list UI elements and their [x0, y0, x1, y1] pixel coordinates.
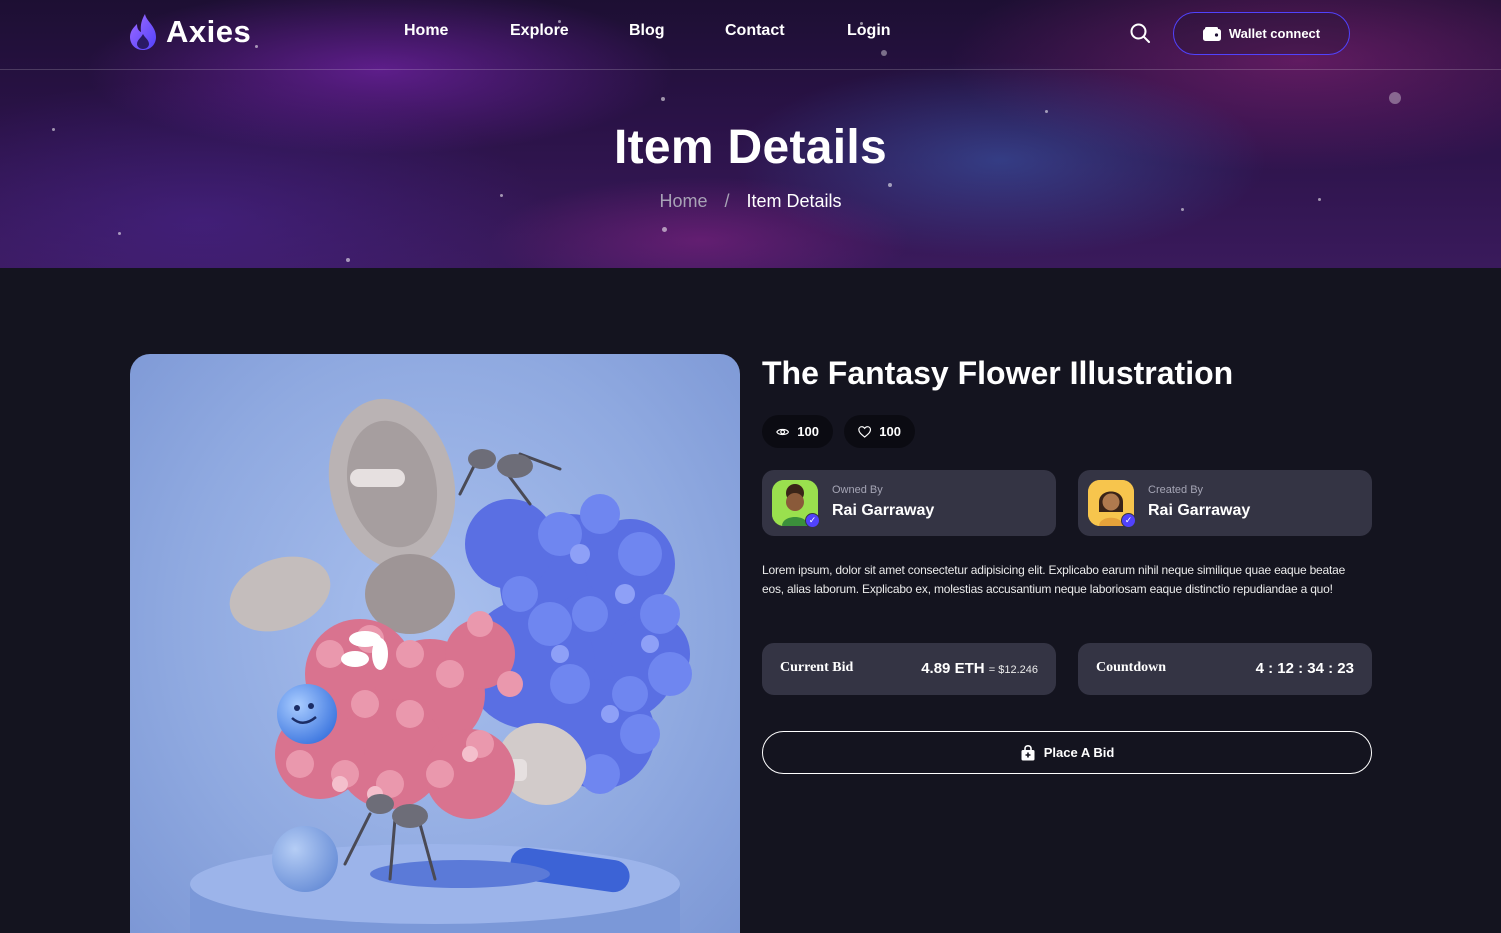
shopping-bag-icon: [1021, 744, 1035, 760]
nav-login[interactable]: Login: [847, 22, 891, 40]
countdown-label: Countdown: [1096, 660, 1167, 675]
breadcrumb-current: Item Details: [746, 191, 842, 211]
wallet-connect-button[interactable]: Wallet connect: [1173, 12, 1350, 55]
breadcrumb: Home / Item Details: [0, 191, 1501, 212]
current-bid-usd: = $12.246: [988, 664, 1038, 676]
heart-icon: [858, 425, 872, 438]
countdown-box: Countdown 4 : 12 : 34 : 23: [1078, 643, 1372, 695]
brand-logo[interactable]: Axies: [128, 12, 251, 52]
place-bid-label: Place A Bid: [1043, 745, 1115, 760]
wallet-icon: [1202, 26, 1221, 41]
page-title: Item Details: [613, 121, 888, 174]
eye-icon: [776, 428, 790, 435]
owner-card[interactable]: ✓ Owned By Rai Garraway: [762, 470, 1056, 536]
item-description: Lorem ipsum, dolor sit amet consectetur …: [762, 563, 1346, 596]
brand-name: Axies: [166, 14, 252, 49]
breadcrumb-home[interactable]: Home: [659, 191, 707, 211]
search-icon[interactable]: [1128, 21, 1152, 45]
owner-role-label: Owned By: [832, 484, 883, 496]
creator-card[interactable]: ✓ Created By Rai Garraway: [1078, 470, 1372, 536]
current-bid-value: 4.89 ETH = $12.246: [921, 660, 1038, 677]
views-badge: 100: [762, 415, 833, 448]
item-artwork-image: [130, 354, 740, 933]
breadcrumb-separator: /: [724, 191, 730, 211]
verified-check-icon: ✓: [1121, 513, 1136, 528]
flame-logo-icon: [130, 14, 156, 50]
nav-contact[interactable]: Contact: [725, 22, 785, 40]
item-title: The Fantasy Flower Illustration: [762, 355, 1234, 391]
current-bid-box: Current Bid 4.89 ETH = $12.246: [762, 643, 1056, 695]
likes-count: 100: [879, 424, 901, 439]
nav-home[interactable]: Home: [404, 22, 448, 40]
owner-name[interactable]: Rai Garraway: [832, 502, 934, 520]
nav-blog[interactable]: Blog: [629, 22, 665, 40]
hero-banner: Axies Home Explore Blog Contact Login Wa…: [0, 0, 1501, 268]
views-count: 100: [797, 424, 819, 439]
current-bid-eth: 4.89 ETH: [921, 660, 985, 677]
nav-explore[interactable]: Explore: [510, 22, 569, 40]
likes-badge[interactable]: 100: [844, 415, 915, 448]
site-header: Axies Home Explore Blog Contact Login Wa…: [0, 0, 1501, 70]
current-bid-label: Current Bid: [780, 660, 854, 675]
creator-role-label: Created By: [1148, 484, 1204, 496]
countdown-value: 4 : 12 : 34 : 23: [1255, 660, 1354, 677]
creator-name[interactable]: Rai Garraway: [1148, 502, 1250, 520]
place-bid-button[interactable]: Place A Bid: [762, 731, 1372, 774]
wallet-connect-label: Wallet connect: [1228, 26, 1321, 41]
verified-check-icon: ✓: [805, 513, 820, 528]
